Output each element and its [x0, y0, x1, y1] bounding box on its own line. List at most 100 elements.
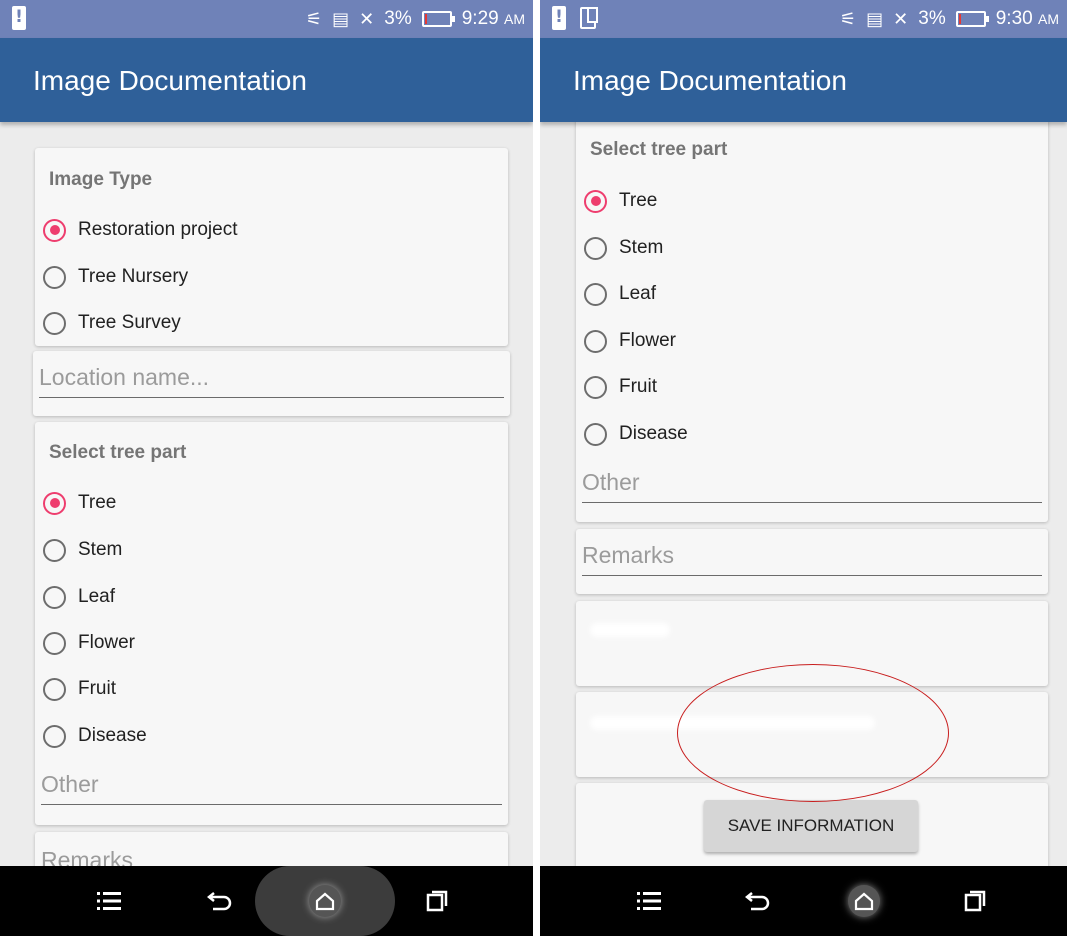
radio-flower[interactable]: Flower: [43, 628, 135, 658]
dual-screen-icon: [580, 7, 598, 29]
radio-label: Tree Nursery: [78, 266, 189, 287]
image-type-card: Image Type Restoration project Tree Nurs…: [35, 148, 508, 346]
save-information-button[interactable]: SAVE INFORMATION: [704, 800, 918, 852]
radio-label: Tree: [78, 492, 117, 513]
other-placeholder: Other: [41, 771, 99, 797]
radio-label: Flower: [78, 632, 136, 653]
phone-screen-right: ⚟ ▤ ✕ 3% 9:30 AM Image Documentation Sel…: [540, 0, 1067, 936]
radio-tree[interactable]: Tree: [43, 488, 116, 518]
remarks-card: Remarks: [35, 832, 508, 866]
battery-icon: [421, 11, 455, 27]
back-icon[interactable]: [733, 866, 783, 936]
battery-percent: 3%: [918, 8, 946, 29]
radio-unchecked-icon: [43, 631, 66, 655]
radio-tree[interactable]: Tree: [584, 186, 657, 216]
tree-part-title: Select tree part: [49, 442, 187, 463]
navigation-bar: [540, 866, 1067, 936]
back-icon[interactable]: [195, 866, 245, 936]
other-placeholder: Other: [582, 469, 640, 495]
radio-unchecked-icon: [584, 422, 607, 446]
remarks-input[interactable]: Remarks: [582, 539, 1042, 576]
home-icon: [848, 885, 880, 917]
radio-checked-icon: [43, 491, 66, 515]
menu-icon[interactable]: [84, 866, 134, 936]
other-input[interactable]: Other: [582, 466, 1042, 503]
remarks-placeholder: Remarks: [41, 847, 134, 866]
tree-part-card: Select tree part Tree Stem Leaf Flower F…: [576, 122, 1048, 522]
navigation-bar: [0, 866, 533, 936]
home-icon: [309, 885, 341, 917]
radio-restoration-project[interactable]: Restoration project: [43, 215, 237, 245]
radio-label: Stem: [78, 539, 123, 560]
radio-label: Stem: [619, 237, 664, 258]
radio-tree-nursery[interactable]: Tree Nursery: [43, 262, 188, 292]
battery-percent: 3%: [384, 8, 412, 29]
form-scroll-area[interactable]: Image Type Restoration project Tree Nurs…: [0, 122, 533, 866]
remarks-input[interactable]: Remarks: [41, 844, 502, 866]
radio-label: Disease: [78, 725, 147, 746]
hotspot-icon: ⚟: [306, 8, 323, 30]
radio-tree-survey[interactable]: Tree Survey: [43, 308, 181, 338]
location-name-input[interactable]: Location name...: [39, 361, 504, 398]
radio-unchecked-icon: [584, 282, 607, 306]
sim-icon: ▤: [332, 8, 350, 30]
home-button[interactable]: [255, 866, 395, 936]
phone-screen-left: ⚟ ▤ ✕ 3% 9:29 AM Image Documentation Ima…: [0, 0, 533, 936]
location-card: Location name...: [33, 351, 510, 416]
radio-unchecked-icon: [43, 585, 66, 609]
menu-icon[interactable]: [624, 866, 674, 936]
radio-unchecked-icon: [43, 265, 66, 289]
radio-label: Restoration project: [78, 219, 238, 240]
status-bar: ⚟ ▤ ✕ 3% 9:30 AM: [540, 0, 1067, 38]
app-title: Image Documentation: [573, 65, 847, 96]
remarks-placeholder: Remarks: [582, 542, 675, 568]
clock: 9:30 AM: [995, 8, 1059, 29]
home-button[interactable]: [844, 866, 884, 936]
radio-label: Disease: [619, 423, 688, 444]
radio-label: Tree: [619, 190, 658, 211]
status-bar: ⚟ ▤ ✕ 3% 9:29 AM: [0, 0, 533, 38]
app-bar: Image Documentation: [540, 38, 1067, 122]
radio-leaf[interactable]: Leaf: [584, 279, 656, 309]
save-card: SAVE INFORMATION: [576, 783, 1048, 866]
radio-unchecked-icon: [584, 236, 607, 260]
redacted-card: [576, 692, 1048, 777]
redacted-card: [576, 601, 1048, 686]
battery-icon: [955, 11, 989, 27]
radio-stem[interactable]: Stem: [43, 535, 122, 565]
radio-fruit[interactable]: Fruit: [43, 674, 116, 704]
redacted-text: [590, 623, 670, 637]
app-bar: Image Documentation: [0, 38, 533, 122]
app-title: Image Documentation: [33, 65, 307, 96]
form-scroll-area[interactable]: Select tree part Tree Stem Leaf Flower F…: [540, 122, 1067, 866]
radio-unchecked-icon: [584, 375, 607, 399]
image-type-title: Image Type: [49, 169, 153, 190]
redacted-text: [590, 716, 875, 730]
radio-fruit[interactable]: Fruit: [584, 372, 657, 402]
radio-label: Tree Survey: [78, 312, 181, 333]
radio-disease[interactable]: Disease: [43, 721, 147, 751]
sim-icon: ▤: [866, 8, 884, 30]
radio-unchecked-icon: [43, 677, 66, 701]
radio-disease[interactable]: Disease: [584, 419, 688, 449]
signal-icon: ✕: [893, 8, 909, 30]
radio-stem[interactable]: Stem: [584, 233, 663, 263]
tree-part-title: Select tree part: [590, 139, 728, 160]
radio-unchecked-icon: [43, 724, 66, 748]
radio-flower[interactable]: Flower: [584, 326, 676, 356]
radio-label: Flower: [619, 330, 677, 351]
radio-label: Fruit: [619, 376, 657, 397]
hotspot-icon: ⚟: [840, 8, 857, 30]
radio-unchecked-icon: [43, 311, 66, 335]
remarks-card: Remarks: [576, 529, 1048, 594]
radio-label: Fruit: [78, 678, 116, 699]
recents-icon[interactable]: [412, 866, 462, 936]
signal-icon: ✕: [359, 8, 375, 30]
radio-label: Leaf: [619, 283, 656, 304]
radio-leaf[interactable]: Leaf: [43, 582, 115, 612]
other-input[interactable]: Other: [41, 768, 502, 805]
recents-icon[interactable]: [950, 866, 1000, 936]
radio-checked-icon: [43, 218, 66, 242]
radio-unchecked-icon: [43, 538, 66, 562]
radio-label: Leaf: [78, 586, 115, 607]
